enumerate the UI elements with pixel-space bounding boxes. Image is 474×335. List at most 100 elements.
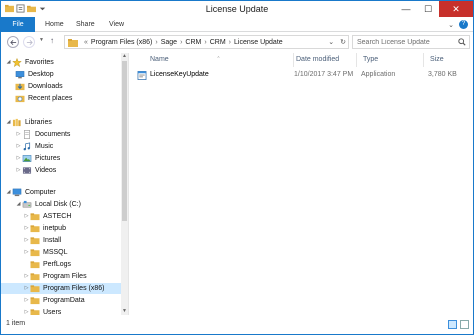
large-icons-view-icon[interactable] [460, 320, 469, 329]
file-row[interactable]: LicenseKeyUpdate 1/10/2017 3:47 PM Appli… [130, 69, 473, 81]
collapsed-arrow-icon[interactable]: ▷ [23, 235, 30, 246]
breadcrumb-separator[interactable]: › [155, 39, 157, 46]
nav-local-disk[interactable]: ◢ Local Disk (C:) [15, 199, 81, 210]
scroll-thumb[interactable] [122, 61, 127, 221]
up-arrow-icon[interactable]: ↑ [50, 36, 54, 45]
file-list: ⌃ Name Date modified Type Size LicenseKe… [130, 53, 473, 315]
breadcrumb-segment[interactable]: License Update [234, 39, 283, 46]
nav-folder-program-files[interactable]: ▷ Program Files [23, 271, 87, 282]
folder-icon [30, 285, 40, 293]
nav-folder-install[interactable]: ▷ Install [23, 235, 61, 246]
collapsed-arrow-icon[interactable]: ▷ [23, 283, 30, 294]
nav-computer[interactable]: ◢ Computer [5, 187, 56, 198]
tab-file[interactable]: File [1, 17, 35, 32]
nav-documents[interactable]: ▷ Documents [15, 129, 70, 140]
collapsed-arrow-icon[interactable]: ▷ [15, 153, 22, 164]
nav-favorites[interactable]: ◢ Favorites [5, 57, 54, 68]
column-header-size[interactable]: Size [424, 53, 473, 67]
details-view-icon[interactable] [448, 320, 457, 329]
nav-pictures[interactable]: ▷ Pictures [15, 153, 61, 164]
nav-folder-label: Program Files [43, 273, 87, 280]
breadcrumb-separator[interactable]: › [180, 39, 182, 46]
drive-icon [22, 200, 32, 208]
navigation-pane: ◢ Favorites Desktop Downloads Recent pla… [1, 53, 129, 315]
help-icon[interactable]: ? [459, 20, 468, 29]
nav-folder-astech[interactable]: ▷ ASTECH [23, 211, 71, 222]
forward-button[interactable] [23, 36, 35, 48]
breadcrumb-segment[interactable]: CRM [185, 39, 201, 46]
breadcrumb-segment[interactable]: Sage [161, 39, 177, 46]
folder-icon [30, 273, 40, 281]
item-count: 1 item [6, 320, 26, 327]
search-input[interactable] [357, 38, 457, 46]
recent-places-icon [15, 95, 25, 103]
star-icon [12, 58, 22, 67]
collapsed-arrow-icon[interactable]: ▷ [23, 307, 30, 315]
collapsed-arrow-icon[interactable]: ▷ [23, 247, 30, 258]
address-bar[interactable]: « Program Files (x86) › Sage › CRM › CRM… [64, 35, 349, 49]
collapsed-arrow-icon[interactable]: ▷ [23, 271, 30, 282]
collapsed-arrow-icon[interactable]: ▷ [15, 165, 22, 176]
address-overflow[interactable]: « [84, 39, 88, 46]
search-icon [458, 38, 466, 46]
expanded-arrow-icon[interactable]: ◢ [15, 199, 22, 210]
nav-desktop[interactable]: Desktop [15, 69, 54, 80]
nav-videos[interactable]: ▷ Videos [15, 165, 57, 176]
column-header-type[interactable]: Type [357, 53, 424, 67]
nav-folder-program-files-x86[interactable]: ▷ Program Files (x86) [1, 283, 123, 294]
breadcrumb-segment[interactable]: Program Files (x86) [91, 39, 152, 46]
collapsed-arrow-icon[interactable]: ▷ [15, 129, 22, 140]
breadcrumb-segment[interactable]: CRM [210, 39, 226, 46]
tab-view[interactable]: View [101, 17, 132, 32]
column-header-date[interactable]: Date modified [290, 53, 357, 67]
expanded-arrow-icon[interactable]: ◢ [5, 117, 12, 128]
music-icon [23, 142, 31, 151]
nav-downloads-label: Downloads [28, 83, 63, 90]
collapsed-arrow-icon[interactable]: ▷ [15, 141, 22, 152]
collapsed-arrow-icon[interactable]: ▷ [23, 223, 30, 234]
nav-folder-programdata[interactable]: ▷ ProgramData [23, 295, 85, 306]
expand-ribbon-icon[interactable]: ⌄ [448, 21, 454, 29]
folder-icon [30, 261, 40, 269]
breadcrumb-separator[interactable]: › [204, 39, 206, 46]
scroll-down-icon[interactable]: ▼ [121, 308, 128, 315]
column-header-name[interactable]: ⌃ Name [144, 53, 294, 67]
nav-folder-perflogs[interactable]: PerfLogs [23, 259, 71, 270]
application-icon [137, 71, 147, 80]
maximize-button[interactable]: ☐ [417, 1, 439, 17]
file-type: Application [361, 71, 396, 78]
nav-folder-mssql[interactable]: ▷ MSSQL [23, 247, 68, 258]
nav-folder-inetpub[interactable]: ▷ inetpub [23, 223, 66, 234]
tab-home[interactable]: Home [37, 17, 72, 32]
breadcrumb-separator[interactable]: › [229, 39, 231, 46]
file-size: 3,780 KB [428, 71, 457, 78]
expanded-arrow-icon[interactable]: ◢ [5, 187, 12, 198]
nav-recent-places[interactable]: Recent places [15, 93, 72, 104]
tab-share[interactable]: Share [68, 17, 103, 32]
recent-locations-icon[interactable]: ▼ [39, 37, 44, 43]
nav-music[interactable]: ▷ Music [15, 141, 53, 152]
address-dropdown-icon[interactable]: ⌄ [328, 38, 334, 46]
nav-downloads[interactable]: Downloads [15, 81, 63, 92]
search-box[interactable] [352, 35, 470, 49]
refresh-icon[interactable]: ↻ [340, 38, 346, 46]
minimize-button[interactable]: — [395, 1, 417, 17]
ribbon: File Home Share View ⌄ ? [1, 17, 473, 32]
back-button[interactable] [7, 36, 19, 48]
documents-icon [24, 130, 30, 139]
folder-icon [30, 237, 40, 245]
desktop-icon [15, 71, 25, 79]
libraries-icon [12, 118, 21, 127]
nav-videos-label: Videos [35, 167, 57, 174]
collapsed-arrow-icon[interactable]: ▷ [23, 211, 30, 222]
expanded-arrow-icon[interactable]: ◢ [5, 57, 12, 68]
collapsed-arrow-icon[interactable]: ▷ [23, 295, 30, 306]
file-name[interactable]: LicenseKeyUpdate [150, 69, 209, 81]
nav-folder-users[interactable]: ▷ Users [23, 307, 61, 315]
folder-icon [30, 297, 40, 305]
scroll-up-icon[interactable]: ▲ [121, 53, 128, 60]
forward-arrow-icon [26, 39, 33, 45]
close-button[interactable]: ✕ [439, 1, 473, 17]
nav-scrollbar[interactable]: ▲ ▼ [121, 53, 128, 315]
nav-libraries[interactable]: ◢ Libraries [5, 117, 52, 128]
